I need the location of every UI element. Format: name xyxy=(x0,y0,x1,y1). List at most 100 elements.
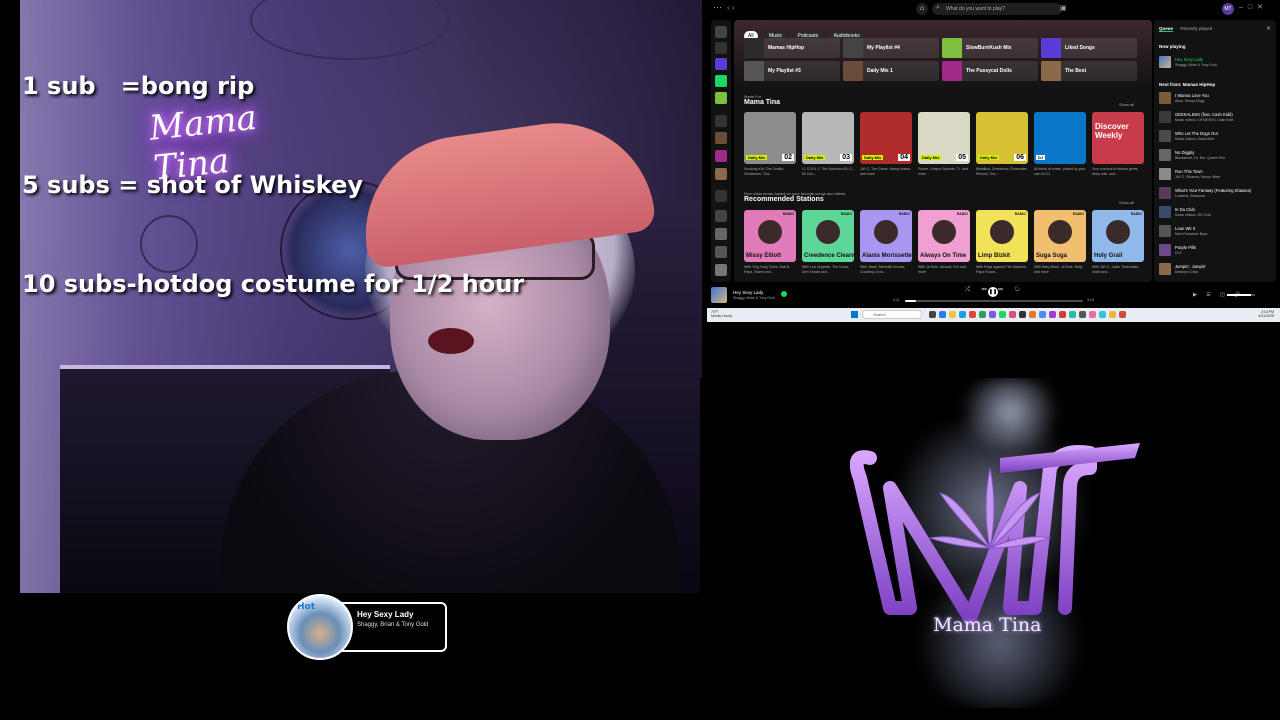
radio-station-card[interactable]: RADIO Missy Elliott With Ying Yang Twins, … xyxy=(744,210,796,275)
queue-now-playing[interactable]: Hey Sexy Lady Shaggy, Brian & Tony Gold xyxy=(1159,56,1271,70)
taskbar-app-icon[interactable] xyxy=(1089,311,1096,318)
taskbar-app-icon[interactable] xyxy=(1039,311,1046,318)
saved-check-icon[interactable] xyxy=(781,291,787,297)
daily-mix-card[interactable]: Discover Weekly Your shortcut to hidden g… xyxy=(1092,112,1144,177)
daily-mix-card[interactable]: DJ All kinds of music, picked by your own… xyxy=(1034,112,1086,177)
radio-station-card[interactable]: RADIO Holy Grail With JAY-Z, Justin Timber… xyxy=(1092,210,1144,275)
daily-mix-card[interactable]: Daily Mix 03 LL COOL J, The Notorious B.I.… xyxy=(802,112,854,177)
queue-art xyxy=(1159,206,1171,218)
taskbar-app-icon[interactable] xyxy=(1079,311,1086,318)
browse-icon[interactable]: ▣ xyxy=(1060,4,1067,12)
queue-item[interactable]: What's Your Fantasy (Featuring Shawna) Lu… xyxy=(1159,187,1271,201)
queue-item[interactable]: Lean Wit It Dem Franchize Boyz xyxy=(1159,225,1271,239)
liked-songs-icon[interactable] xyxy=(715,58,727,70)
queue-item[interactable]: Run This Town JAY-Z, Rihanna, Kanye West xyxy=(1159,168,1271,182)
library-item-icon[interactable] xyxy=(715,168,727,180)
library-item-icon[interactable] xyxy=(715,210,727,222)
library-icon[interactable] xyxy=(715,26,727,38)
weather-widget[interactable]: 75°F Mostly cloudy xyxy=(711,310,732,318)
library-item-icon[interactable] xyxy=(715,132,727,144)
taskbar-app-icon[interactable] xyxy=(1059,311,1066,318)
card-art: Daily Mix 06 xyxy=(976,112,1028,164)
tab-recently-played[interactable]: Recently played xyxy=(1180,26,1212,31)
edge-icon[interactable] xyxy=(959,311,966,318)
radio-station-card[interactable]: RADIO Limp Bizkit With Rage Against The Ma… xyxy=(976,210,1028,275)
queue-item[interactable]: In Da Club Music videos • 50 Cent xyxy=(1159,206,1271,220)
radio-badge: RADIO xyxy=(1014,212,1026,216)
queue-item[interactable]: GEEKALEEK (feat. Cash Kidd) Music videos … xyxy=(1159,111,1271,125)
taskbar-app-icon[interactable] xyxy=(979,311,986,318)
radio-station-card[interactable]: RADIO Suga Suga With Baby Bash, Ja Rule, N… xyxy=(1034,210,1086,275)
library-item-icon[interactable] xyxy=(715,92,727,104)
quick-pick-item[interactable]: Liked Songs xyxy=(1041,38,1137,58)
quick-pick-item[interactable]: The Pussycat Dolls xyxy=(942,61,1038,81)
queue-item[interactable]: Purple Pills D12 xyxy=(1159,244,1271,258)
card-art: RADIO Missy Elliott xyxy=(744,210,796,262)
taskbar-app-icon[interactable] xyxy=(1109,311,1116,318)
show-all-link[interactable]: Show all xyxy=(1119,200,1134,205)
quick-pick-item[interactable]: My Playlist #4 xyxy=(843,38,939,58)
daily-mix-card[interactable]: Daily Mix 02 Smoking Kid, The Soulful Gent… xyxy=(744,112,796,177)
taskbar-search[interactable]: Search xyxy=(862,310,922,319)
radio-station-card[interactable]: RADIO Alanis Morissette With Jewel, Meredi… xyxy=(860,210,912,275)
artist-photo xyxy=(874,220,898,244)
queue-item[interactable]: Who Let The Dogs Out Music videos • Baha … xyxy=(1159,130,1271,144)
home-icon[interactable]: ⌂ xyxy=(916,3,928,15)
library-item-icon[interactable] xyxy=(715,190,727,202)
pause-button[interactable]: ❚❚ xyxy=(988,287,998,297)
back-forward-icons[interactable]: ‹ › xyxy=(727,3,735,12)
tab-queue[interactable]: Queue xyxy=(1159,26,1174,32)
menu-dots-icon[interactable]: ⋯ xyxy=(713,2,722,13)
taskbar-app-icon[interactable] xyxy=(989,311,996,318)
volume-slider[interactable] xyxy=(1227,294,1255,296)
taskbar-clock[interactable]: 2:14 PM 4/21/2025 xyxy=(1258,310,1274,318)
taskbar-app-icon[interactable] xyxy=(1119,311,1126,318)
quick-pick-item[interactable]: Daily Mix 1 xyxy=(843,61,939,81)
search-input[interactable]: What do you want to play? xyxy=(932,3,1062,15)
quick-pick-item[interactable]: Mamas HipHop xyxy=(744,38,840,58)
taskbar-app-icon[interactable] xyxy=(969,311,976,318)
taskbar-app-icon[interactable] xyxy=(1069,311,1076,318)
taskbar-app-icon[interactable] xyxy=(1009,311,1016,318)
radio-station-card[interactable]: RADIO Always On Time With Ja Rule, Ashanti… xyxy=(918,210,970,275)
obs-icon[interactable] xyxy=(1019,311,1026,318)
queue-item[interactable]: Jumpin', Jumpin' Destiny's Child xyxy=(1159,263,1271,277)
quick-pick-label: SlowBurnKush Mix xyxy=(966,45,1012,51)
close-icon[interactable]: ✕ xyxy=(1266,25,1271,32)
windows-start-icon[interactable] xyxy=(851,311,858,318)
daily-mix-card[interactable]: Daily Mix 05 Future, Unique Episode, T.I. … xyxy=(918,112,970,177)
show-all-link[interactable]: Show all xyxy=(1119,102,1134,107)
spotify-taskbar-icon[interactable] xyxy=(999,311,1006,318)
window-controls[interactable]: –□✕ xyxy=(1239,3,1268,11)
task-view-icon[interactable] xyxy=(929,311,936,318)
add-icon[interactable] xyxy=(715,42,727,54)
taskbar-app-icon[interactable] xyxy=(1099,311,1106,318)
file-explorer-icon[interactable] xyxy=(949,311,956,318)
library-item-icon[interactable] xyxy=(715,246,727,258)
taskbar-app-icon[interactable] xyxy=(1029,311,1036,318)
queue-item[interactable]: I Wanna Love You Akon, Snoop Dogg xyxy=(1159,92,1271,106)
library-item-icon[interactable] xyxy=(715,75,727,87)
quick-pick-label: The Pussycat Dolls xyxy=(966,68,1012,74)
quick-pick-item[interactable]: My Playlist #3 xyxy=(744,61,840,81)
taskbar-app-icon[interactable] xyxy=(1049,311,1056,318)
taskbar-app-icon[interactable] xyxy=(939,311,946,318)
daily-mix-card[interactable]: Daily Mix 04 JAY-Z, The Game, Nancy Isaacs… xyxy=(860,112,912,177)
daily-mix-card[interactable]: Daily Mix 06 Metallica, Creedence Clearwat… xyxy=(976,112,1028,177)
queue-title: I Wanna Love You xyxy=(1175,93,1209,98)
queue-item[interactable]: No Diggity Blackstreet, Dr. Dre, Queen Pe… xyxy=(1159,149,1271,163)
library-item-icon[interactable] xyxy=(715,264,727,276)
radio-station-card[interactable]: RADIO Creedence Clearwater Revival With Le… xyxy=(802,210,854,275)
progress-bar[interactable] xyxy=(905,300,1083,302)
player-artist[interactable]: Shaggy, Brian & Tony Gold xyxy=(733,296,775,300)
library-item-icon[interactable] xyxy=(715,228,727,240)
avatar[interactable]: MT xyxy=(1222,3,1234,15)
library-item-icon[interactable] xyxy=(715,150,727,162)
quick-pick-item[interactable]: The Best xyxy=(1041,61,1137,81)
quick-pick-item[interactable]: SlowBurnKush Mix xyxy=(942,38,1038,58)
player-title[interactable]: Hey Sexy Lady xyxy=(733,290,763,295)
card-label: Daily Mix xyxy=(978,155,1000,160)
queue-art xyxy=(1159,263,1171,275)
library-item-icon[interactable] xyxy=(715,115,727,127)
queue-artist: Dem Franchize Boyz xyxy=(1175,232,1208,236)
